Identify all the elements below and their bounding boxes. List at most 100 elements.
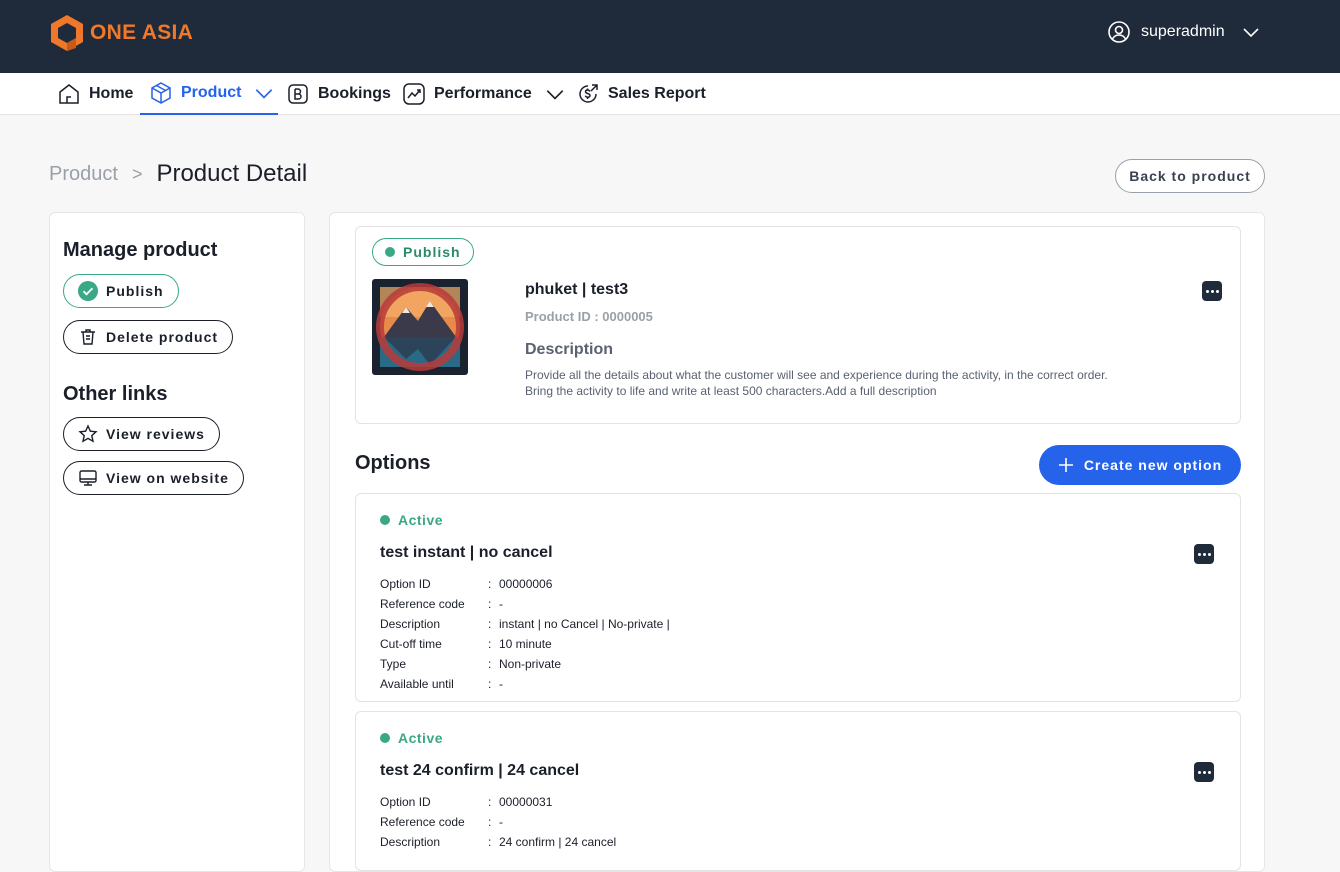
option-title: test 24 confirm | 24 cancel	[380, 762, 580, 779]
other-links-title: Other links	[63, 383, 168, 405]
breadcrumb-separator: >	[131, 163, 143, 184]
create-new-option-button[interactable]: Create new option	[1039, 445, 1241, 485]
nav-product[interactable]: Product	[140, 73, 278, 115]
description-text: Provide all the details about what the c…	[525, 367, 1145, 399]
view-reviews-label: View reviews	[106, 426, 205, 442]
status-dot	[380, 733, 390, 743]
option-row: Type: Non-private	[380, 657, 562, 671]
option-row-value: 00000031	[499, 795, 553, 809]
option-row-value: -	[499, 815, 503, 829]
dollar-report-icon	[579, 84, 598, 103]
description-line: Bring the activity to life and write at …	[525, 384, 937, 398]
nav-home[interactable]: Home	[57, 73, 133, 115]
nav-sales-report-label: Sales Report	[608, 85, 706, 102]
option-row: Cut-off time:10 minute	[380, 637, 552, 651]
option-row-key: Reference code	[380, 815, 465, 829]
option-row-key: Option ID	[380, 795, 431, 809]
monitor-icon	[79, 470, 97, 486]
option-row-key: Option ID	[380, 577, 431, 591]
option-details: Option ID:00000031 Reference code: - Desc…	[380, 792, 616, 852]
chevron-down-icon	[546, 90, 564, 100]
check-circle-icon	[78, 281, 98, 301]
back-to-product-button[interactable]: Back to product	[1115, 159, 1265, 193]
option-status: Active	[380, 730, 443, 746]
option-row: Reference code: -	[380, 597, 503, 611]
page-title: Product Detail	[156, 160, 308, 187]
brand-logo-icon	[51, 15, 83, 51]
brand-name: ONE ASIA	[90, 21, 194, 44]
option-row-value: 10 minute	[499, 637, 552, 651]
option-card: Active test 24 confirm | 24 cancel Optio…	[355, 711, 1241, 871]
product-status-badge: Publish	[372, 238, 474, 266]
option-more-button[interactable]	[1194, 762, 1214, 782]
status-dot	[380, 515, 390, 525]
option-more-button[interactable]	[1194, 544, 1214, 564]
product-more-button[interactable]	[1202, 281, 1222, 301]
chevron-down-icon	[256, 89, 273, 99]
view-reviews-button[interactable]: View reviews	[63, 417, 220, 451]
option-row: Option ID:00000031	[380, 795, 553, 809]
description-line: Provide all the details about what the c…	[525, 368, 1108, 382]
user-icon	[1108, 21, 1130, 43]
option-status: Active	[380, 512, 443, 528]
option-row: Available until: -	[380, 677, 503, 691]
breadcrumb: Product > Product Detail	[49, 160, 307, 188]
view-on-website-button[interactable]: View on website	[63, 461, 244, 495]
option-row: Description: instant | no Cancel | No-pri…	[380, 617, 670, 631]
delete-product-label: Delete product	[106, 329, 219, 345]
options-title: Options	[355, 452, 431, 474]
nav-performance[interactable]: Performance	[402, 73, 566, 115]
option-row-key: Reference code	[380, 597, 465, 611]
product-status-label: Publish	[403, 244, 461, 260]
brand-logo[interactable]: ONE ASIA	[50, 14, 193, 52]
option-row-value: -	[499, 677, 503, 691]
option-title: test instant | no cancel	[380, 544, 553, 561]
option-row-value: 24 confirm | 24 cancel	[499, 835, 617, 849]
nav-home-label: Home	[89, 85, 134, 102]
nav-bookings[interactable]: Bookings	[286, 73, 391, 115]
option-row-value: 00000006	[499, 577, 553, 591]
nav-performance-label: Performance	[434, 85, 532, 102]
status-dot	[385, 247, 395, 257]
box-icon	[151, 82, 171, 104]
publish-label: Publish	[106, 283, 164, 299]
trash-icon	[81, 329, 95, 345]
bookings-icon	[288, 84, 308, 104]
option-row: Reference code: -	[380, 815, 503, 829]
product-image	[372, 279, 468, 375]
option-row-key: Description	[380, 835, 441, 849]
option-row: Option ID:00000006	[380, 577, 553, 591]
manage-product-title: Manage product	[63, 239, 218, 261]
option-row-key: Cut-off time	[380, 637, 442, 651]
breadcrumb-product[interactable]: Product	[49, 163, 118, 186]
nav-sales-report[interactable]: Sales Report	[576, 73, 706, 115]
create-new-option-label: Create new option	[1083, 457, 1223, 473]
option-row-value: -	[499, 597, 503, 611]
view-on-website-label: View on website	[106, 470, 229, 486]
manage-sidebar: Manage product Publish Delete product Ot…	[49, 212, 305, 872]
nav-bookings-label: Bookings	[318, 85, 391, 102]
star-icon	[78, 424, 98, 443]
description-heading: Description	[525, 341, 614, 358]
publish-button[interactable]: Publish	[63, 274, 179, 308]
plus-icon	[1058, 458, 1073, 472]
home-icon	[59, 84, 79, 104]
option-row: Description:24 confirm | 24 cancel	[380, 835, 617, 849]
option-row-value: Non-private	[499, 657, 562, 671]
delete-product-button[interactable]: Delete product	[63, 320, 234, 354]
product-id: Product ID : 0000005	[525, 309, 653, 324]
option-row-key: Description	[380, 617, 441, 631]
option-card: Active test instant | no cancel Option I…	[355, 493, 1241, 702]
product-title: phuket | test3	[525, 281, 629, 298]
option-row-key: Type	[380, 657, 407, 671]
option-row-key: Available until	[380, 677, 454, 691]
user-menu[interactable]: superadmin	[1107, 20, 1261, 44]
product-detail-panel: Publish phuket | test3 Product ID : 0000…	[329, 212, 1265, 872]
chart-icon	[403, 83, 425, 105]
option-details: Option ID:00000006 Reference code: - Desc…	[380, 574, 670, 694]
user-name: superadmin	[1141, 23, 1225, 40]
option-row-value: instant | no Cancel | No-private |	[499, 617, 670, 631]
option-status-label: Active	[398, 512, 444, 528]
top-bar: ONE ASIA superadmin	[0, 0, 1340, 73]
nav-product-label: Product	[181, 84, 242, 101]
